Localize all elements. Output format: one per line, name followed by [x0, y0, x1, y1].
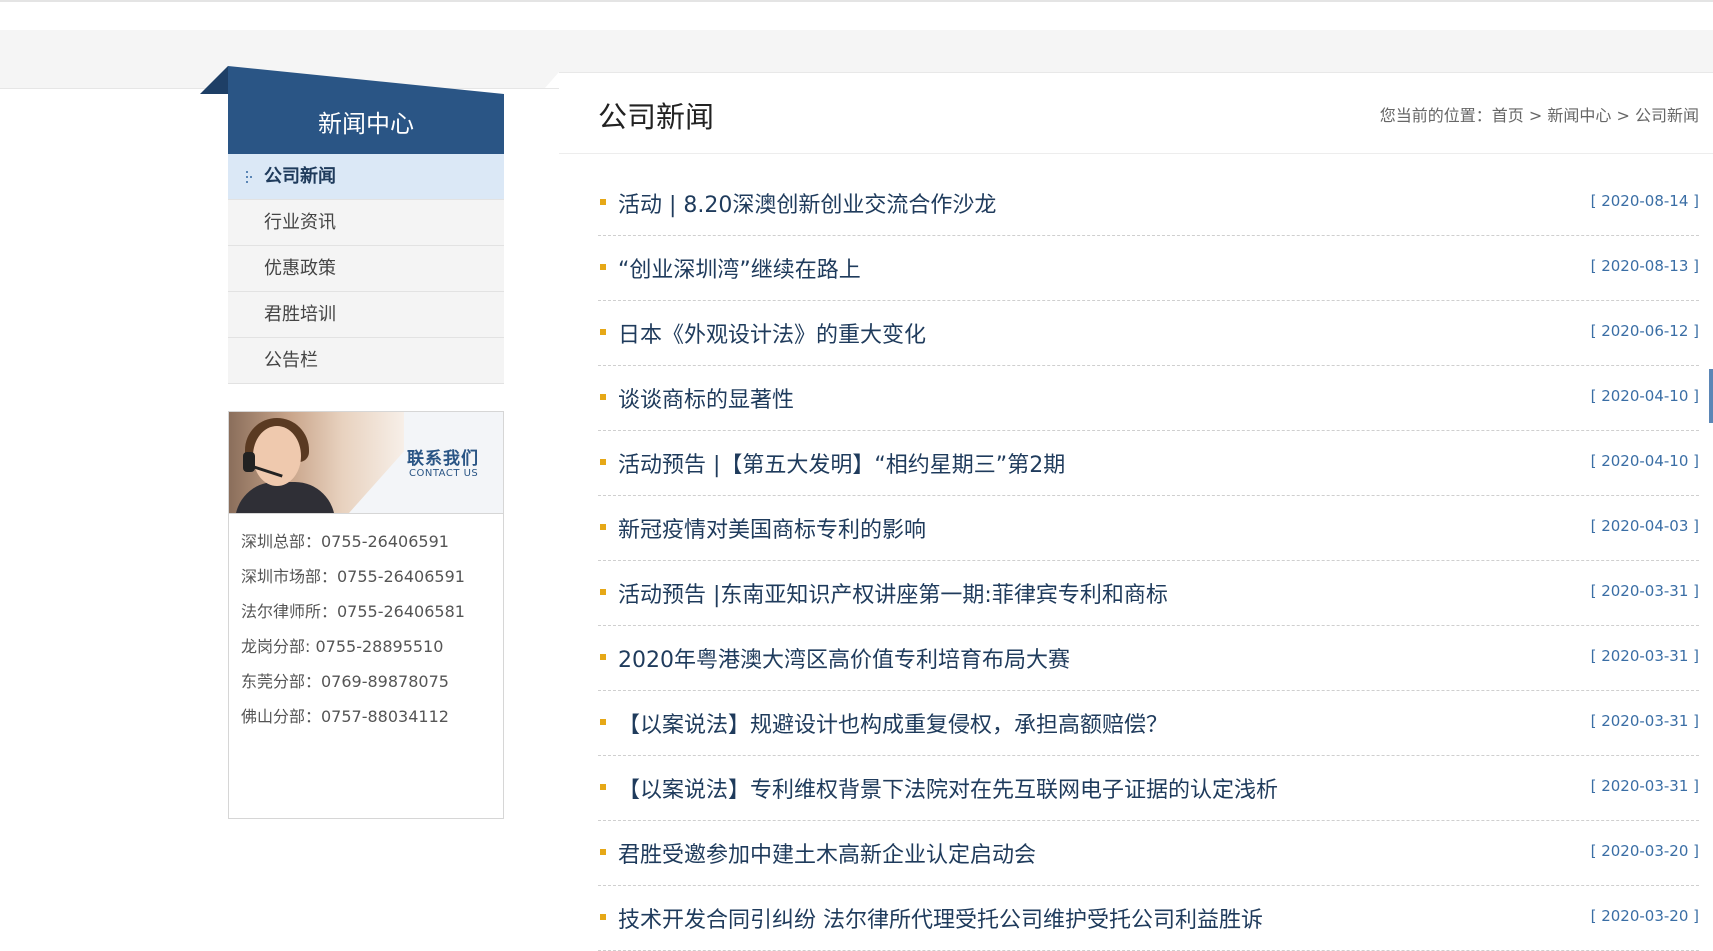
sidebar-item-label: 君胜培训	[264, 304, 336, 325]
sidebar-item-training[interactable]: 君胜培训	[228, 292, 504, 338]
news-date: [ 2020-04-10 ]	[1590, 387, 1699, 405]
sidebar-item-label: 公司新闻	[264, 166, 336, 187]
panel-slant	[545, 72, 559, 88]
news-title-link[interactable]: 技术开发合同引纠纷 法尔律所代理受托公司维护受托公司利益胜诉	[618, 902, 1263, 934]
breadcrumb-current-link[interactable]: 公司新闻	[1635, 106, 1699, 125]
news-item: 活动 | 8.20深澳创新创业交流合作沙龙 [ 2020-08-14 ]	[598, 171, 1699, 236]
contact-banner[interactable]: 联系我们 CONTACT US	[229, 412, 503, 514]
square-bullet-icon	[600, 914, 606, 920]
sidebar-title-slope	[228, 66, 504, 94]
sidebar-item-industry-news[interactable]: 行业资讯	[228, 200, 504, 246]
news-date: [ 2020-04-03 ]	[1590, 517, 1699, 535]
square-bullet-icon	[600, 589, 606, 595]
square-bullet-icon	[600, 329, 606, 335]
news-item: 【以案说法】规避设计也构成重复侵权，承担高额赔偿？ [ 2020-03-31 ]	[598, 691, 1699, 756]
news-date: [ 2020-03-20 ]	[1590, 842, 1699, 860]
news-item: 日本《外观设计法》的重大变化 [ 2020-06-12 ]	[598, 301, 1699, 366]
dotted-arrow-icon	[246, 171, 256, 183]
news-title-link[interactable]: 君胜受邀参加中建土木高新企业认定启动会	[618, 837, 1036, 869]
news-title-link[interactable]: 日本《外观设计法》的重大变化	[618, 317, 926, 349]
breadcrumb-separator: >	[1611, 106, 1635, 125]
headset-icon	[243, 452, 255, 472]
square-bullet-icon	[600, 199, 606, 205]
sidebar-item-company-news[interactable]: 公司新闻	[228, 154, 504, 200]
news-title-link[interactable]: 活动预告 |【第五大发明】“相约星期三”第2期	[618, 447, 1065, 479]
contact-list: 深圳总部：0755-26406591 深圳市场部：0755-26406591 法…	[241, 524, 465, 734]
page-title: 公司新闻	[598, 100, 715, 134]
news-item: 2020年粤港澳大湾区高价值专利培育布局大赛 [ 2020-03-31 ]	[598, 626, 1699, 691]
news-title-link[interactable]: 【以案说法】专利维权背景下法院对在先互联网电子证据的认定浅析	[618, 772, 1278, 804]
agent-shirt	[235, 482, 335, 513]
sidebar-title-fold	[200, 66, 228, 94]
square-bullet-icon	[600, 264, 606, 270]
news-date: [ 2020-08-13 ]	[1590, 257, 1699, 275]
contact-banner-subtitle: CONTACT US	[409, 468, 479, 479]
sidebar-item-label: 优惠政策	[264, 258, 336, 279]
sidebar-item-policies[interactable]: 优惠政策	[228, 246, 504, 292]
news-title-link[interactable]: 新冠疫情对美国商标专利的影响	[618, 512, 926, 544]
news-item: 技术开发合同引纠纷 法尔律所代理受托公司维护受托公司利益胜诉 [ 2020-03-…	[598, 886, 1699, 951]
breadcrumb-separator: >	[1523, 106, 1548, 125]
square-bullet-icon	[600, 459, 606, 465]
sidebar-item-notice-board[interactable]: 公告栏	[228, 338, 504, 384]
breadcrumb: 您当前的位置：首页 > 新闻中心 > 公司新闻	[1380, 102, 1699, 126]
contact-box: 联系我们 CONTACT US 深圳总部：0755-26406591 深圳市场部…	[228, 411, 504, 819]
scrollbar-thumb[interactable]	[1709, 369, 1713, 423]
square-bullet-icon	[600, 719, 606, 725]
square-bullet-icon	[600, 394, 606, 400]
sidebar-item-label: 行业资讯	[264, 212, 336, 233]
breadcrumb-prefix: 您当前的位置：	[1379, 106, 1492, 125]
contact-line: 深圳市场部：0755-26406591	[241, 567, 465, 586]
news-title-link[interactable]: 【以案说法】规避设计也构成重复侵权，承担高额赔偿？	[618, 707, 1168, 739]
news-item: 活动预告 |【第五大发明】“相约星期三”第2期 [ 2020-04-10 ]	[598, 431, 1699, 496]
news-title-link[interactable]: 活动预告 |东南亚知识产权讲座第一期:菲律宾专利和商标	[618, 577, 1168, 609]
news-title-link[interactable]: 活动 | 8.20深澳创新创业交流合作沙龙	[618, 187, 996, 219]
breadcrumb-home-link[interactable]: 首页	[1492, 106, 1524, 125]
news-item: 君胜受邀参加中建土木高新企业认定启动会 [ 2020-03-20 ]	[598, 821, 1699, 886]
contact-line: 东莞分部：0769-89878075	[241, 672, 449, 691]
sidebar-nav: 公司新闻 行业资讯 优惠政策 君胜培训 公告栏	[228, 154, 504, 384]
top-border	[0, 0, 1713, 2]
sidebar-item-label: 公告栏	[264, 350, 318, 371]
agent-face	[253, 426, 301, 486]
news-date: [ 2020-03-31 ]	[1590, 712, 1699, 730]
news-item: 新冠疫情对美国商标专利的影响 [ 2020-04-03 ]	[598, 496, 1699, 561]
contact-banner-title: 联系我们	[407, 449, 479, 469]
news-item: 谈谈商标的显著性 [ 2020-04-10 ]	[598, 366, 1699, 431]
contact-line: 龙岗分部: 0755-28895510	[241, 637, 444, 656]
news-date: [ 2020-08-14 ]	[1590, 192, 1699, 210]
breadcrumb-section-link[interactable]: 新闻中心	[1547, 106, 1611, 125]
news-date: [ 2020-03-31 ]	[1590, 647, 1699, 665]
news-item: 活动预告 |东南亚知识产权讲座第一期:菲律宾专利和商标 [ 2020-03-31 …	[598, 561, 1699, 626]
square-bullet-icon	[600, 784, 606, 790]
news-date: [ 2020-03-20 ]	[1590, 907, 1699, 925]
news-list: 活动 | 8.20深澳创新创业交流合作沙龙 [ 2020-08-14 ] “创业深…	[598, 171, 1699, 951]
news-title-link[interactable]: 2020年粤港澳大湾区高价值专利培育布局大赛	[618, 642, 1070, 674]
news-title-link[interactable]: 谈谈商标的显著性	[618, 382, 794, 414]
news-item: “创业深圳湾”继续在路上 [ 2020-08-13 ]	[598, 236, 1699, 301]
contact-line: 深圳总部：0755-26406591	[241, 532, 449, 551]
sidebar-title: 新闻中心	[228, 94, 504, 154]
contact-line: 佛山分部：0757-88034112	[241, 707, 449, 726]
news-item: 【以案说法】专利维权背景下法院对在先互联网电子证据的认定浅析 [ 2020-03-…	[598, 756, 1699, 821]
news-date: [ 2020-03-31 ]	[1590, 777, 1699, 795]
news-date: [ 2020-04-10 ]	[1590, 452, 1699, 470]
square-bullet-icon	[600, 524, 606, 530]
news-date: [ 2020-06-12 ]	[1590, 322, 1699, 340]
contact-line: 法尔律师所：0755-26406581	[241, 602, 465, 621]
header-divider	[559, 153, 1713, 154]
square-bullet-icon	[600, 849, 606, 855]
square-bullet-icon	[600, 654, 606, 660]
news-title-link[interactable]: “创业深圳湾”继续在路上	[618, 252, 861, 284]
news-date: [ 2020-03-31 ]	[1590, 582, 1699, 600]
